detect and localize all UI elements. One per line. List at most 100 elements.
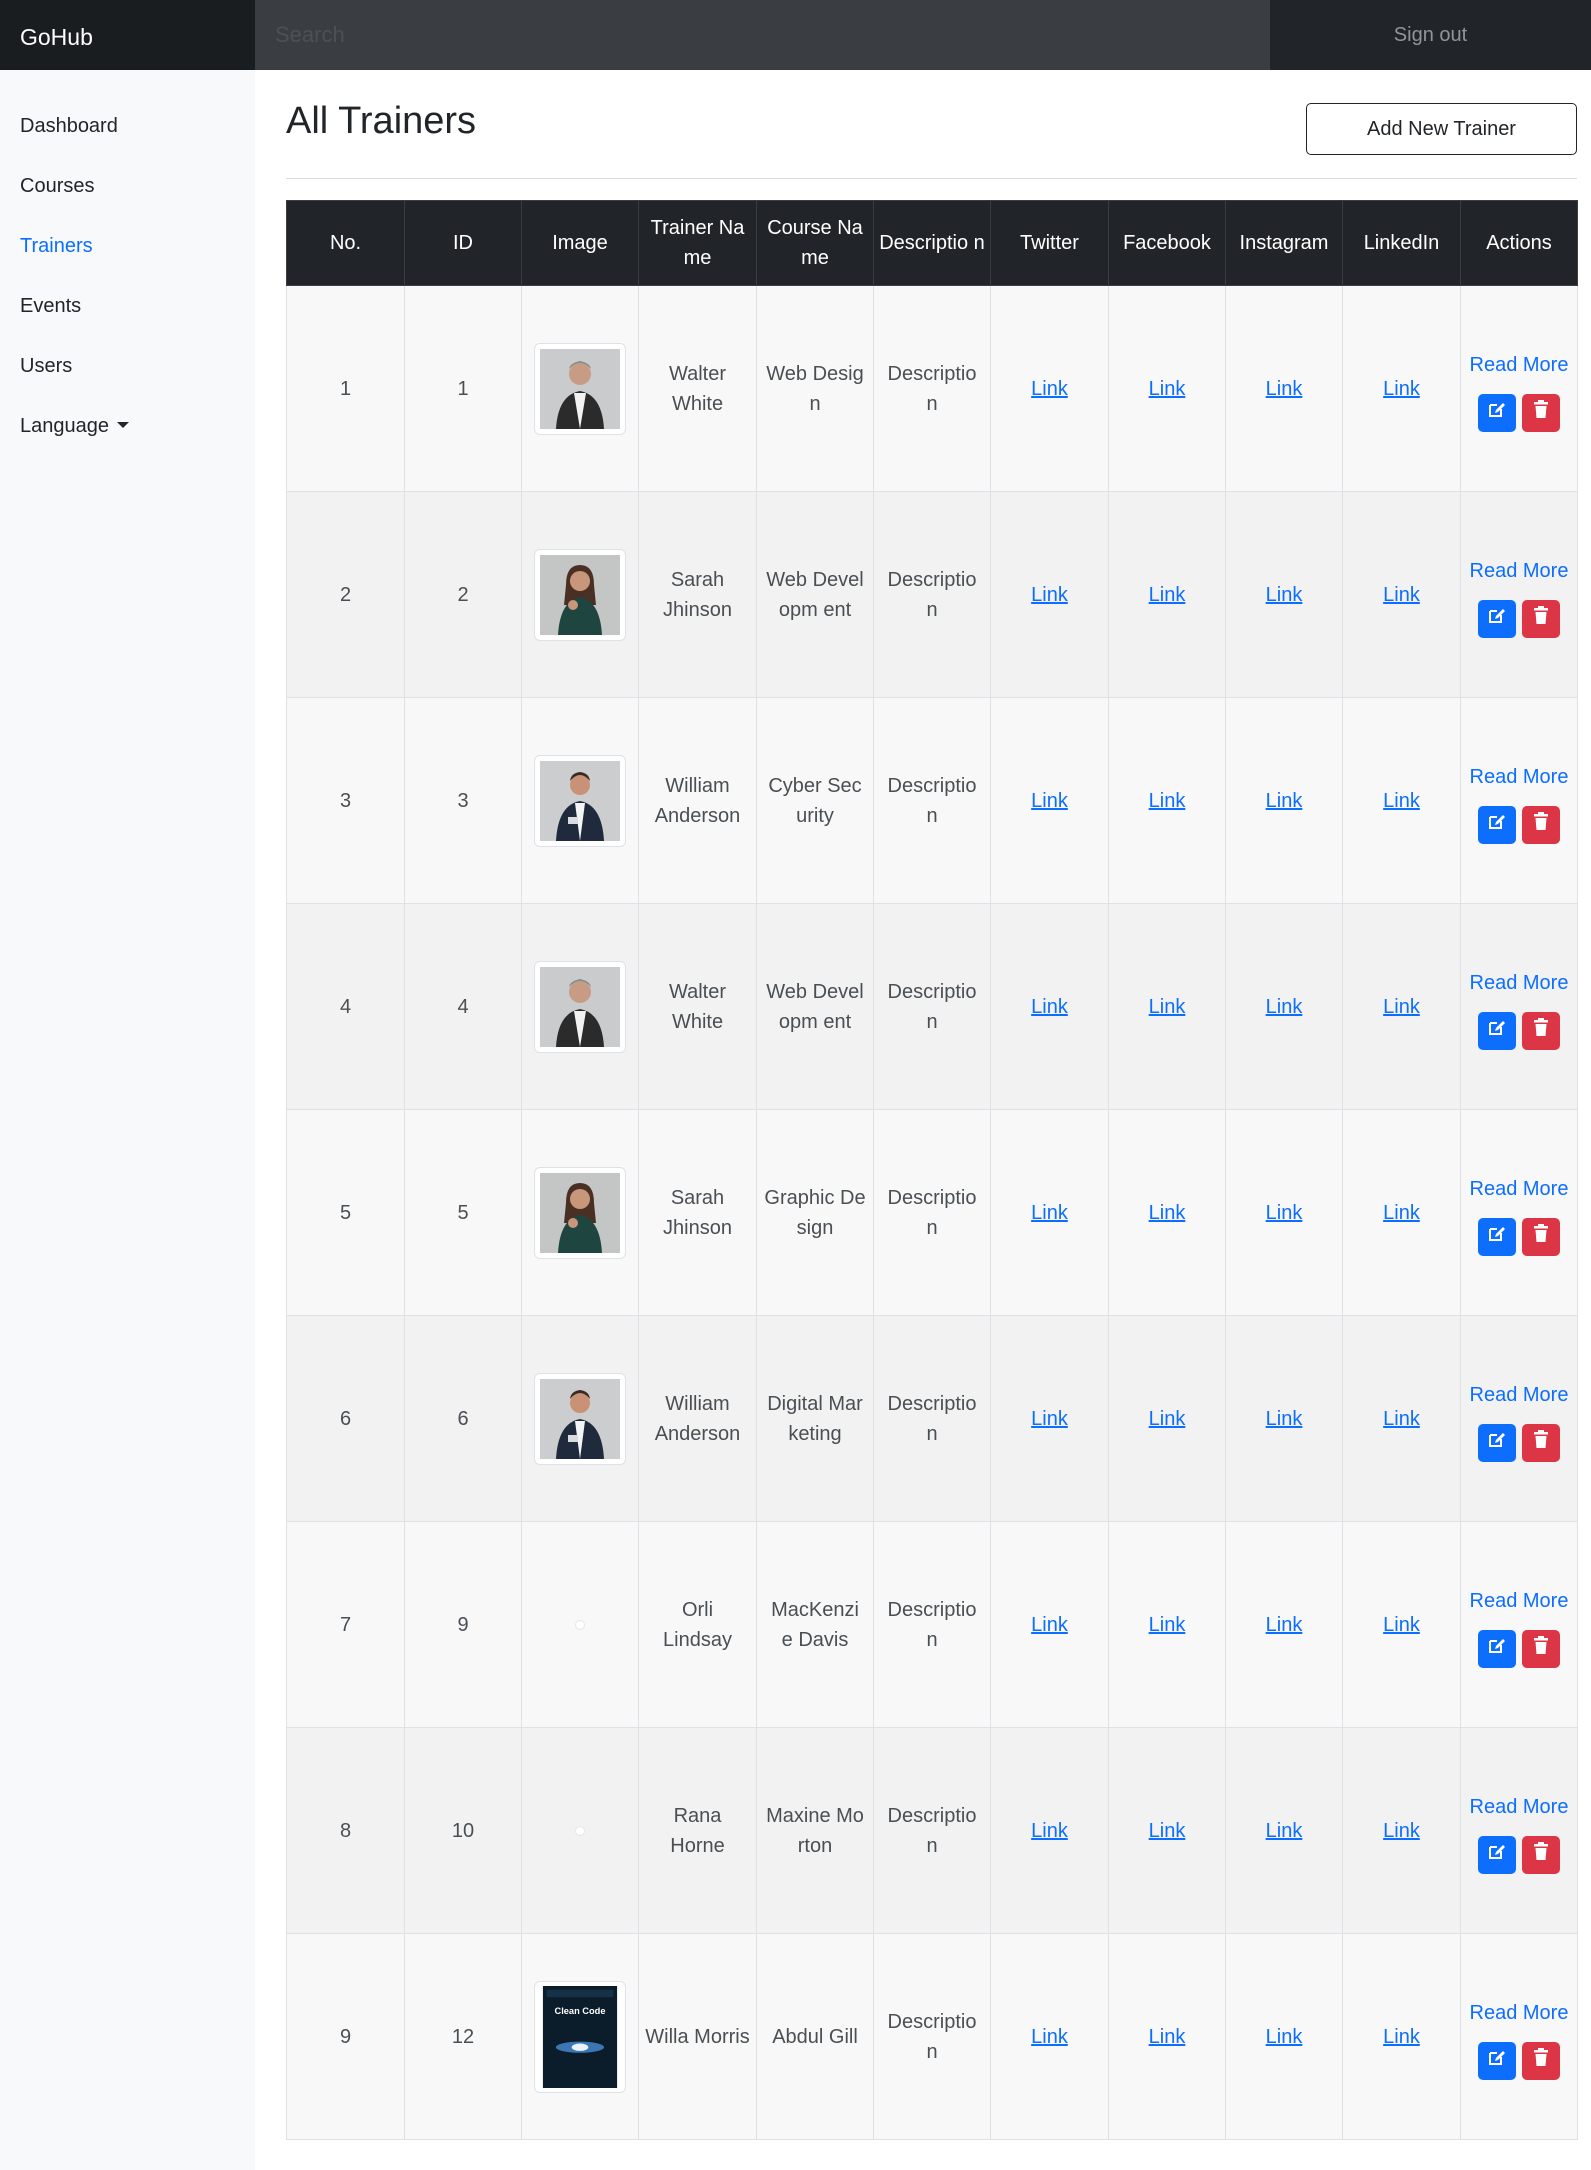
- brand-logo[interactable]: GoHub: [0, 0, 255, 70]
- linkedin-link[interactable]: Link: [1383, 378, 1420, 400]
- broken-image-icon: [575, 1619, 585, 1630]
- signout-link[interactable]: Sign out: [1270, 0, 1591, 70]
- linkedin-link[interactable]: Link: [1383, 1614, 1420, 1636]
- edit-button[interactable]: [1478, 1835, 1516, 1874]
- column-header: Facebook: [1108, 200, 1226, 286]
- instagram-link[interactable]: Link: [1266, 1408, 1303, 1430]
- instagram-link[interactable]: Link: [1266, 2026, 1303, 2048]
- twitter-cell: Link: [990, 1521, 1109, 1728]
- table-row: 22 Sarah Jhinson Web Developm ent Descript…: [286, 491, 1578, 698]
- sidebar-item-courses[interactable]: Courses: [20, 175, 94, 198]
- twitter-link[interactable]: Link: [1031, 1408, 1068, 1430]
- actions-cell: Read More: [1460, 697, 1578, 904]
- instagram-link[interactable]: Link: [1266, 1614, 1303, 1636]
- linkedin-link[interactable]: Link: [1383, 1820, 1420, 1842]
- trainer-photo: Clean Code: [534, 1980, 626, 2093]
- delete-button[interactable]: [1522, 1423, 1560, 1462]
- instagram-cell: Link: [1225, 1315, 1343, 1522]
- sidebar-item-dashboard[interactable]: Dashboard: [20, 115, 118, 138]
- description: Descriptio n: [873, 491, 991, 698]
- course-name: Web Design: [756, 285, 874, 492]
- edit-button[interactable]: [1478, 599, 1516, 638]
- twitter-link[interactable]: Link: [1031, 1820, 1068, 1842]
- linkedin-link[interactable]: Link: [1383, 790, 1420, 812]
- instagram-link[interactable]: Link: [1266, 584, 1303, 606]
- edit-button[interactable]: [1478, 393, 1516, 432]
- read-more-link[interactable]: Read More: [1467, 762, 1571, 792]
- read-more-link[interactable]: Read More: [1467, 350, 1571, 380]
- delete-button[interactable]: [1522, 1835, 1560, 1874]
- delete-button[interactable]: [1522, 393, 1560, 432]
- read-more-link[interactable]: Read More: [1467, 968, 1571, 998]
- facebook-link[interactable]: Link: [1149, 1614, 1186, 1636]
- delete-button[interactable]: [1522, 805, 1560, 844]
- edit-button[interactable]: [1478, 1629, 1516, 1668]
- facebook-link[interactable]: Link: [1149, 1408, 1186, 1430]
- facebook-cell: Link: [1108, 903, 1226, 1110]
- read-more-link[interactable]: Read More: [1467, 1586, 1571, 1616]
- row-number: 4: [286, 903, 405, 1110]
- read-more-link[interactable]: Read More: [1467, 556, 1571, 586]
- instagram-link[interactable]: Link: [1266, 996, 1303, 1018]
- read-more-link[interactable]: Read More: [1467, 1380, 1571, 1410]
- instagram-link[interactable]: Link: [1266, 1202, 1303, 1224]
- sidebar-item-users[interactable]: Users: [20, 355, 72, 378]
- twitter-link[interactable]: Link: [1031, 1614, 1068, 1636]
- read-more-link[interactable]: Read More: [1467, 1174, 1571, 1204]
- twitter-link[interactable]: Link: [1031, 1202, 1068, 1224]
- edit-button[interactable]: [1478, 1423, 1516, 1462]
- delete-button[interactable]: [1522, 1629, 1560, 1668]
- twitter-link[interactable]: Link: [1031, 790, 1068, 812]
- search-input[interactable]: [255, 0, 1270, 70]
- trainer-photo: [534, 342, 626, 435]
- edit-button[interactable]: [1478, 1011, 1516, 1050]
- trainer-name: William Anderson: [638, 697, 757, 904]
- sidebar-item-language[interactable]: Language: [20, 415, 129, 438]
- facebook-link[interactable]: Link: [1149, 790, 1186, 812]
- delete-button[interactable]: [1522, 1011, 1560, 1050]
- edit-button[interactable]: [1478, 2041, 1516, 2080]
- linkedin-link[interactable]: Link: [1383, 584, 1420, 606]
- linkedin-link[interactable]: Link: [1383, 1202, 1420, 1224]
- edit-button[interactable]: [1478, 1217, 1516, 1256]
- instagram-link[interactable]: Link: [1266, 378, 1303, 400]
- facebook-cell: Link: [1108, 491, 1226, 698]
- action-buttons: [1467, 1423, 1571, 1462]
- column-header: Actions: [1460, 200, 1578, 286]
- facebook-cell: Link: [1108, 1315, 1226, 1522]
- linkedin-cell: Link: [1342, 1933, 1461, 2140]
- delete-button[interactable]: [1522, 2041, 1560, 2080]
- read-more-link[interactable]: Read More: [1467, 1792, 1571, 1822]
- course-name: Abdul Gill: [756, 1933, 874, 2140]
- facebook-link[interactable]: Link: [1149, 2026, 1186, 2048]
- linkedin-link[interactable]: Link: [1383, 1408, 1420, 1430]
- twitter-link[interactable]: Link: [1031, 378, 1068, 400]
- sidebar-item-events[interactable]: Events: [20, 295, 81, 318]
- sidebar-item-trainers[interactable]: Trainers: [20, 235, 93, 258]
- facebook-link[interactable]: Link: [1149, 1820, 1186, 1842]
- twitter-link[interactable]: Link: [1031, 2026, 1068, 2048]
- twitter-link[interactable]: Link: [1031, 584, 1068, 606]
- edit-icon: [1487, 1840, 1507, 1870]
- image-cell: [521, 1315, 639, 1522]
- facebook-link[interactable]: Link: [1149, 1202, 1186, 1224]
- edit-button[interactable]: [1478, 805, 1516, 844]
- twitter-cell: Link: [990, 1727, 1109, 1934]
- linkedin-link[interactable]: Link: [1383, 996, 1420, 1018]
- twitter-cell: Link: [990, 285, 1109, 492]
- twitter-link[interactable]: Link: [1031, 996, 1068, 1018]
- facebook-link[interactable]: Link: [1149, 584, 1186, 606]
- instagram-link[interactable]: Link: [1266, 790, 1303, 812]
- facebook-link[interactable]: Link: [1149, 996, 1186, 1018]
- course-name: Graphic Design: [756, 1109, 874, 1316]
- trainer-name: Orli Lindsay: [638, 1521, 757, 1728]
- delete-button[interactable]: [1522, 599, 1560, 638]
- row-number: 5: [286, 1109, 405, 1316]
- linkedin-link[interactable]: Link: [1383, 2026, 1420, 2048]
- delete-button[interactable]: [1522, 1217, 1560, 1256]
- facebook-link[interactable]: Link: [1149, 378, 1186, 400]
- actions-cell: Read More: [1460, 1933, 1578, 2140]
- read-more-link[interactable]: Read More: [1467, 1998, 1571, 2028]
- add-trainer-button[interactable]: Add New Trainer: [1306, 103, 1577, 155]
- instagram-link[interactable]: Link: [1266, 1820, 1303, 1842]
